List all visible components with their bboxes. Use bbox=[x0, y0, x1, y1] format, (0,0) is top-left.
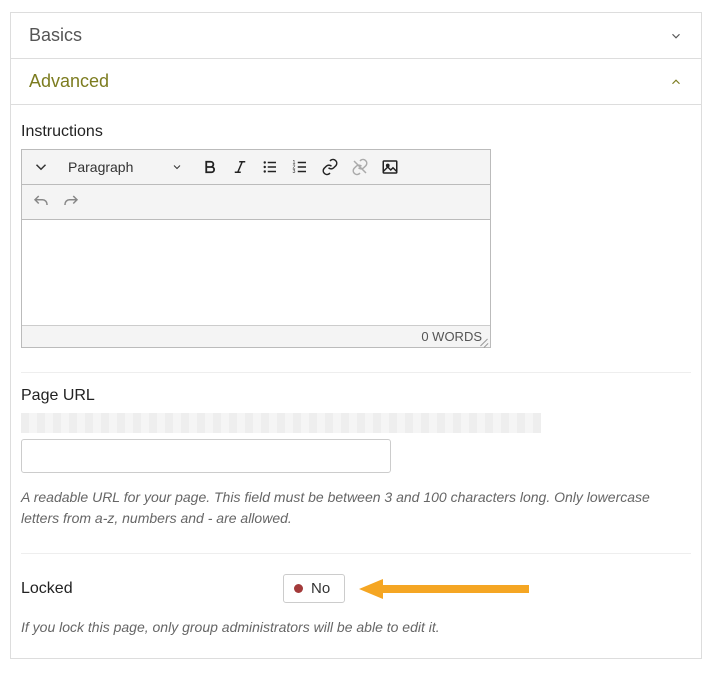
numbered-list-button[interactable]: 123 bbox=[285, 152, 315, 182]
editor-statusbar: 0 WORDS bbox=[22, 325, 490, 347]
divider bbox=[21, 372, 691, 373]
locked-toggle-label: No bbox=[311, 580, 330, 597]
accordion-basics[interactable]: Basics bbox=[11, 13, 701, 59]
link-button[interactable] bbox=[315, 152, 345, 182]
accordion-advanced-label: Advanced bbox=[29, 71, 109, 92]
chevron-down-icon bbox=[171, 161, 183, 173]
word-count-label: 0 WORDS bbox=[421, 329, 482, 344]
resize-handle[interactable] bbox=[479, 336, 489, 346]
image-button[interactable] bbox=[375, 152, 405, 182]
chevron-up-icon bbox=[669, 75, 683, 89]
redo-button[interactable] bbox=[56, 187, 86, 217]
svg-text:3: 3 bbox=[293, 169, 296, 175]
locked-field: Locked No If you lock this page, only gr… bbox=[21, 568, 691, 638]
instructions-label: Instructions bbox=[21, 123, 491, 141]
format-dropdown[interactable]: Paragraph bbox=[56, 152, 195, 182]
page-url-help: A readable URL for your page. This field… bbox=[21, 487, 691, 529]
page-url-label: Page URL bbox=[21, 387, 691, 405]
undo-button[interactable] bbox=[26, 187, 56, 217]
italic-button[interactable] bbox=[225, 152, 255, 182]
format-dropdown-label: Paragraph bbox=[68, 159, 133, 175]
instructions-field: Instructions Paragraph bbox=[21, 123, 491, 348]
bold-button[interactable] bbox=[195, 152, 225, 182]
page-url-prefix bbox=[21, 413, 541, 433]
page-url-field: Page URL A readable URL for your page. T… bbox=[21, 387, 691, 529]
editor-toolbar-row-1: Paragraph 123 bbox=[22, 150, 490, 185]
editor-toolbar-row-2 bbox=[22, 185, 490, 220]
accordion-advanced[interactable]: Advanced bbox=[11, 59, 701, 105]
toggle-dot-icon bbox=[294, 584, 303, 593]
divider bbox=[21, 553, 691, 554]
chevron-down-icon bbox=[669, 29, 683, 43]
callout-arrow-icon bbox=[359, 577, 529, 601]
locked-label: Locked bbox=[21, 580, 283, 598]
bullet-list-button[interactable] bbox=[255, 152, 285, 182]
toolbar-expand-button[interactable] bbox=[26, 152, 56, 182]
rich-text-editor: Paragraph 123 bbox=[21, 149, 491, 348]
page-url-input[interactable] bbox=[21, 439, 391, 473]
editor-textarea[interactable] bbox=[22, 220, 490, 325]
locked-toggle[interactable]: No bbox=[283, 574, 345, 603]
accordion-basics-label: Basics bbox=[29, 25, 82, 46]
advanced-panel: Instructions Paragraph bbox=[11, 105, 701, 658]
unlink-button[interactable] bbox=[345, 152, 375, 182]
locked-help: If you lock this page, only group admini… bbox=[21, 617, 691, 638]
